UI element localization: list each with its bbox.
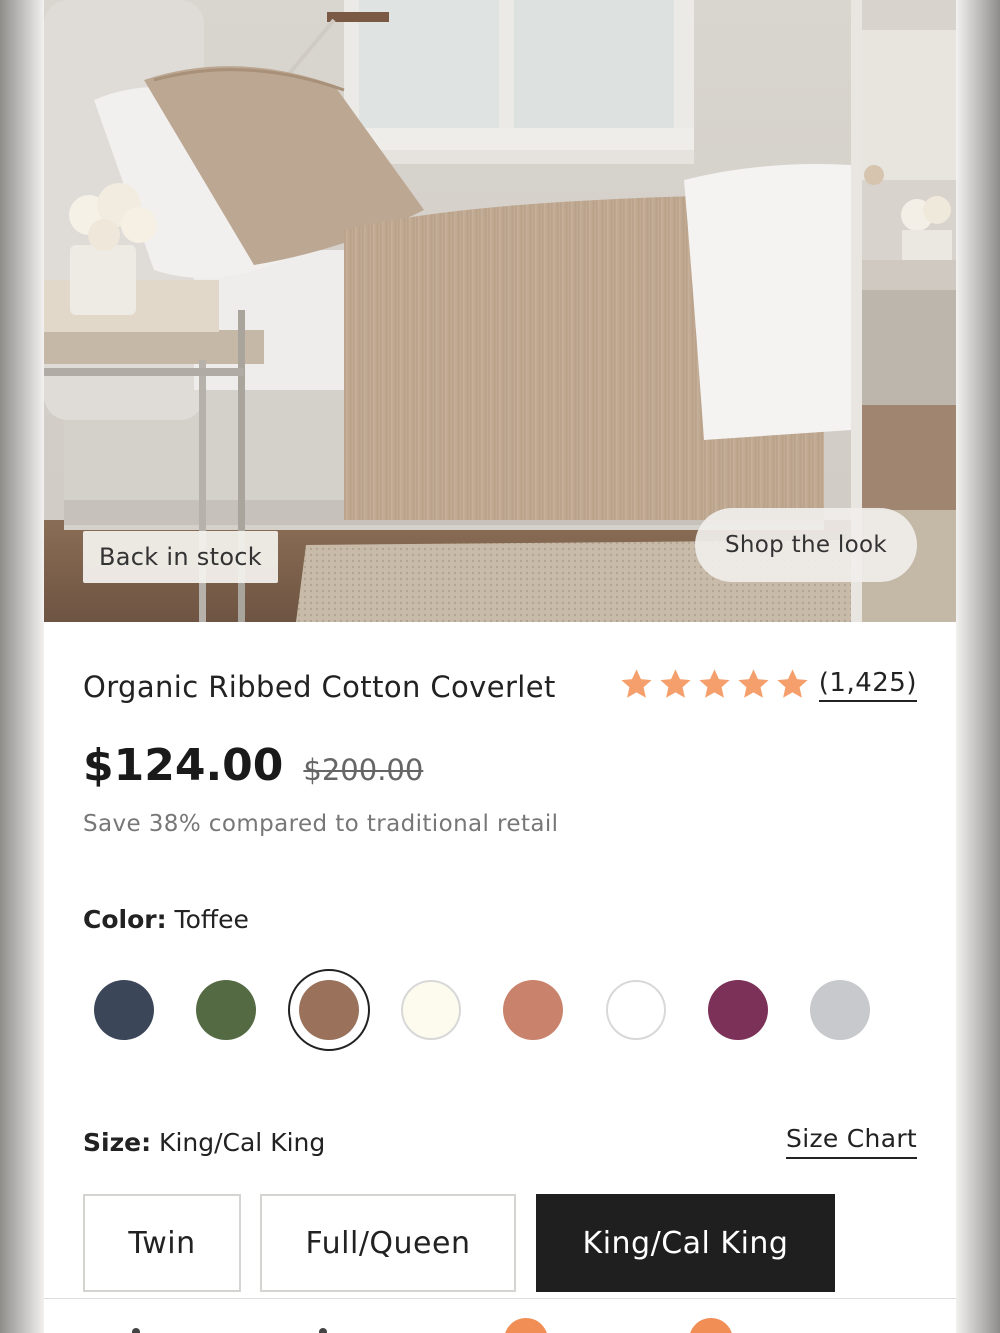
shop-the-look-button[interactable]: Shop the look — [695, 508, 917, 582]
star-rating — [618, 666, 811, 703]
size-label-key: Size: — [83, 1128, 152, 1157]
color-swatch[interactable] — [400, 980, 461, 1040]
divider — [44, 1298, 956, 1299]
size-label: Size: King/Cal King — [83, 1128, 325, 1157]
bottom-nav-badge — [504, 1318, 548, 1333]
star-icon — [699, 669, 730, 698]
size-option-king-cal-king[interactable]: King/Cal King — [536, 1194, 835, 1292]
rating: (1,425) — [618, 666, 917, 703]
color-swatches — [83, 969, 883, 1051]
bottom-nav-icon[interactable] — [319, 1328, 327, 1333]
star-icon — [738, 669, 769, 698]
product-title: Organic Ribbed Cotton Coverlet — [83, 670, 556, 704]
selected-size: King/Cal King — [159, 1128, 326, 1157]
back-in-stock-badge: Back in stock — [83, 531, 278, 583]
color-swatch[interactable] — [605, 980, 666, 1040]
color-swatch[interactable] — [503, 980, 564, 1040]
star-icon — [621, 669, 652, 698]
selected-color: Toffee — [174, 905, 249, 934]
size-option-twin[interactable]: Twin — [83, 1194, 241, 1292]
savings-text: Save 38% compared to traditional retail — [83, 811, 559, 837]
sale-price: $124.00 — [83, 740, 284, 791]
original-price: $200.00 — [303, 753, 424, 787]
size-chart-link[interactable]: Size Chart — [786, 1124, 917, 1159]
bottom-nav-icon[interactable] — [132, 1328, 140, 1333]
star-icon — [660, 669, 691, 698]
title-row: Organic Ribbed Cotton Coverlet (1,425) — [83, 662, 917, 714]
product-page: Back in stock Shop the look Organic Ribb… — [44, 0, 956, 1333]
size-option-full-queen[interactable]: Full/Queen — [260, 1194, 516, 1292]
color-swatch[interactable] — [707, 980, 768, 1040]
star-icon — [777, 669, 808, 698]
color-label: Color: Toffee — [83, 905, 249, 934]
bottom-nav-badge — [689, 1318, 733, 1333]
color-swatch[interactable] — [196, 980, 257, 1040]
color-swatch[interactable] — [810, 980, 871, 1040]
color-label-key: Color: — [83, 905, 167, 934]
color-swatch[interactable] — [94, 980, 154, 1040]
image-gallery[interactable]: Back in stock Shop the look — [44, 0, 956, 622]
reviews-link[interactable]: (1,425) — [818, 668, 917, 702]
price-row: $124.00 $200.00 — [83, 740, 423, 791]
color-swatch[interactable] — [298, 980, 359, 1040]
